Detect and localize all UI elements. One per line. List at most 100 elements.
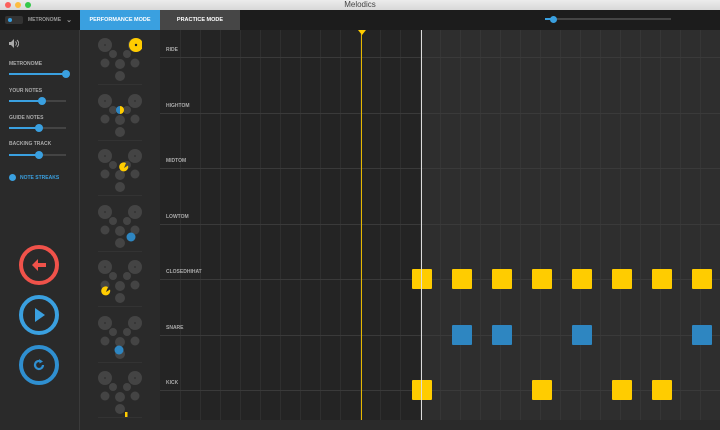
note-snare — [572, 324, 592, 345]
current-time-marker[interactable] — [361, 30, 362, 420]
lane-line — [160, 168, 720, 169]
note-closedhihat — [612, 269, 632, 289]
note-snare — [692, 324, 712, 345]
note-streaks-toggle[interactable]: NOTE STREAKS — [9, 174, 59, 181]
lane-label: SNARE — [166, 324, 184, 331]
top-bar: METRONOME ⌄ PERFORMANCE MODE PRACTICE MO… — [0, 10, 720, 30]
metronome-dropdown[interactable]: METRONOME ⌄ — [0, 10, 80, 30]
close-window-button[interactable] — [5, 2, 11, 8]
grid-line — [480, 30, 481, 420]
note-kick — [652, 380, 672, 400]
grid-line — [320, 30, 321, 420]
lane-line — [160, 57, 720, 58]
play-button[interactable] — [19, 295, 59, 335]
note-closedhihat — [412, 269, 432, 289]
zoom-slider-knob[interactable] — [549, 15, 557, 23]
lane-line — [160, 334, 720, 336]
note-closedhihat — [532, 269, 552, 289]
backing-track-label: BACKING TRACK — [9, 141, 52, 147]
grid-line — [300, 30, 301, 420]
sidebar: METRONOME YOUR NOTES GUIDE NOTES BACKING… — [0, 30, 80, 430]
drum-kit-icon — [98, 313, 142, 363]
lane-label: MIDTOM — [166, 158, 187, 164]
note-streaks-label: NOTE STREAKS — [20, 174, 60, 181]
lane-label: RIDE — [166, 47, 178, 53]
note-kick — [412, 380, 432, 400]
grid-line — [200, 30, 201, 420]
chevron-down-icon: ⌄ — [66, 17, 72, 24]
tab-performance-mode[interactable]: PERFORMANCE MODE — [80, 10, 160, 30]
lane-label: CLOSEDHIHAT — [166, 269, 202, 275]
grid-line — [700, 30, 701, 420]
drum-kit-icon — [98, 35, 143, 85]
note-closedhihat — [492, 269, 512, 289]
zoom-window-button[interactable] — [25, 2, 31, 8]
grid-line — [520, 30, 521, 420]
lane-label: KICK — [166, 380, 179, 386]
minimize-window-button[interactable] — [15, 2, 21, 8]
lane-label: LOWTOM — [166, 213, 189, 220]
metronome-label: METRONOME — [28, 17, 62, 23]
drum-kit-column — [80, 30, 160, 430]
metronome-volume-label: METRONOME — [9, 61, 43, 67]
grid-line — [440, 30, 441, 420]
grid-line — [680, 30, 681, 420]
drum-kit-icon — [98, 202, 142, 252]
upcoming-region — [421, 30, 720, 420]
grid-line — [240, 30, 241, 420]
restart-button[interactable] — [19, 345, 59, 385]
note-kick — [612, 380, 632, 400]
tab-practice-mode[interactable]: PRACTICE MODE — [160, 10, 240, 30]
grid-line — [540, 30, 541, 420]
marker-handle-icon[interactable] — [358, 30, 366, 35]
restart-icon — [33, 359, 45, 371]
zoom-slider[interactable] — [545, 15, 671, 23]
grid-line — [560, 30, 561, 420]
drum-kit-icon — [98, 368, 142, 418]
note-closedhihat — [652, 269, 672, 289]
lane-label: HIGHTOM — [166, 102, 190, 109]
metronome-volume-slider[interactable] — [9, 70, 70, 78]
grid-line — [600, 30, 601, 420]
grid-line — [500, 30, 501, 420]
bottom-bar — [160, 420, 720, 430]
note-streaks-icon — [9, 174, 16, 181]
lane-line — [160, 279, 720, 280]
lane-line — [160, 390, 720, 391]
note-grid: RIDE HIGHTOM MIDTOM LOWTOM CLOSEDHIHAT SNARE K… — [160, 30, 720, 420]
window-title: Melodics — [344, 0, 376, 9]
note-kick — [532, 380, 552, 400]
title-bar: Melodics — [0, 0, 720, 10]
grid-line — [280, 30, 281, 420]
your-notes-slider[interactable] — [9, 97, 66, 105]
hit-line — [421, 30, 422, 420]
speaker-icon[interactable] — [9, 39, 19, 48]
backing-track-slider[interactable] — [9, 151, 66, 159]
grid-line — [260, 30, 261, 420]
note-closedhihat — [572, 269, 592, 289]
grid-line — [460, 30, 461, 420]
grid-line — [580, 30, 581, 420]
tab-label: PRACTICE MODE — [176, 17, 224, 23]
guide-notes-label: GUIDE NOTES — [9, 115, 44, 121]
note-snare — [452, 324, 472, 345]
guide-notes-slider[interactable] — [9, 124, 66, 132]
arrow-left-icon — [32, 259, 46, 271]
note-closedhihat — [452, 269, 472, 289]
drum-kit-icon — [98, 257, 142, 307]
your-notes-label: YOUR NOTES — [9, 88, 43, 94]
lane-line — [160, 223, 720, 225]
grid-line — [220, 30, 221, 420]
lane-line — [160, 112, 720, 114]
tab-label: PERFORMANCE MODE — [89, 17, 151, 23]
metronome-toggle[interactable] — [5, 16, 23, 24]
grid-line — [380, 30, 381, 420]
back-button[interactable] — [19, 245, 59, 285]
grid-line — [180, 30, 181, 420]
play-icon — [35, 308, 45, 322]
note-closedhihat — [692, 269, 712, 289]
grid-line — [660, 30, 661, 420]
grid-line — [620, 30, 621, 420]
drum-kit-icon — [98, 91, 142, 141]
grid-line — [640, 30, 641, 420]
